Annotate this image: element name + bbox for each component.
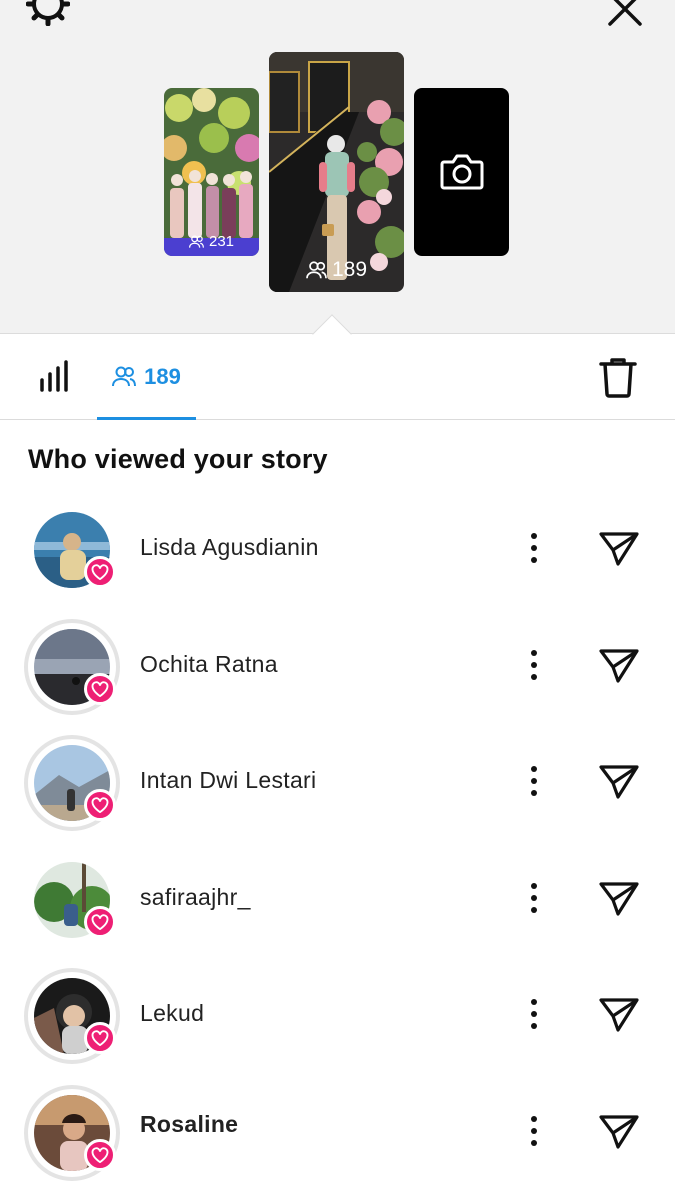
story-view-count-text: 189 xyxy=(331,258,368,281)
viewers-count: 189 xyxy=(144,363,181,389)
heart-icon xyxy=(91,564,109,580)
list-item[interactable]: Ochita Ratna xyxy=(0,617,675,734)
list-item[interactable]: Intan Dwi Lestari xyxy=(0,733,675,850)
story-view-count: 231 xyxy=(164,233,259,250)
avatar[interactable] xyxy=(24,502,120,598)
more-options-icon[interactable] xyxy=(522,530,546,566)
avatar[interactable] xyxy=(24,618,120,715)
people-icon xyxy=(306,260,327,278)
avatar[interactable] xyxy=(24,851,120,948)
heart-badge xyxy=(84,1022,116,1054)
send-message-icon[interactable] xyxy=(598,530,640,568)
avatar[interactable] xyxy=(24,1084,120,1181)
send-message-icon[interactable] xyxy=(598,647,640,685)
people-icon xyxy=(188,234,204,248)
story-preview-area: 231 189 xyxy=(0,0,675,354)
send-message-icon[interactable] xyxy=(598,1113,640,1151)
story-thumbnail-selected[interactable]: 189 xyxy=(269,52,404,292)
viewer-name[interactable]: Lisda Agusdianin xyxy=(140,534,319,561)
viewer-name[interactable]: Lekud xyxy=(140,1000,204,1027)
settings-gear-icon[interactable] xyxy=(26,0,70,26)
viewer-list: Lisda Agusdianin Ochita Ratna Intan Dwi … xyxy=(0,500,675,1199)
people-icon xyxy=(112,366,137,386)
send-message-icon[interactable] xyxy=(598,880,640,918)
viewer-name[interactable]: Ochita Ratna xyxy=(140,651,278,678)
tab-viewers[interactable]: 189 xyxy=(97,336,196,420)
story-view-count: 189 xyxy=(269,258,404,282)
avatar[interactable] xyxy=(24,968,120,1064)
heart-icon xyxy=(91,913,109,930)
list-item[interactable]: Rosaline xyxy=(0,1083,675,1200)
more-options-icon[interactable] xyxy=(522,1113,546,1149)
story-photo-group xyxy=(164,88,259,256)
list-item[interactable]: Lisda Agusdianin xyxy=(0,500,675,617)
more-options-icon[interactable] xyxy=(522,763,546,799)
bar-chart-icon[interactable] xyxy=(38,360,72,394)
story-thumbnail[interactable]: 231 xyxy=(164,88,259,256)
send-message-icon[interactable] xyxy=(598,996,640,1034)
heart-icon xyxy=(91,797,109,813)
viewer-name[interactable]: Intan Dwi Lestari xyxy=(140,767,316,794)
camera-icon xyxy=(440,154,483,190)
list-item[interactable]: safiraajhr_ xyxy=(0,850,675,967)
heart-icon xyxy=(91,1030,109,1046)
more-options-icon[interactable] xyxy=(522,647,546,683)
heart-icon xyxy=(91,680,109,697)
trash-icon[interactable] xyxy=(598,356,638,398)
more-options-icon[interactable] xyxy=(522,996,546,1032)
heart-badge xyxy=(84,672,116,705)
more-options-icon[interactable] xyxy=(522,880,546,916)
heart-icon xyxy=(91,1146,109,1163)
story-viewers-tabbar: 189 xyxy=(0,336,675,420)
heart-badge xyxy=(84,905,116,938)
close-icon[interactable] xyxy=(604,0,646,30)
viewer-name[interactable]: Rosaline xyxy=(140,1111,238,1138)
heart-badge xyxy=(84,556,116,588)
heart-badge xyxy=(84,1138,116,1171)
avatar[interactable] xyxy=(24,735,120,831)
section-title: Who viewed your story xyxy=(28,444,328,474)
story-photo-stairs xyxy=(269,52,404,292)
list-item[interactable]: Lekud xyxy=(0,966,675,1083)
story-view-count-text: 231 xyxy=(208,233,235,250)
heart-badge xyxy=(84,789,116,821)
add-story-camera-tile[interactable] xyxy=(414,88,509,256)
viewer-name[interactable]: safiraajhr_ xyxy=(140,884,251,911)
send-message-icon[interactable] xyxy=(598,763,640,801)
